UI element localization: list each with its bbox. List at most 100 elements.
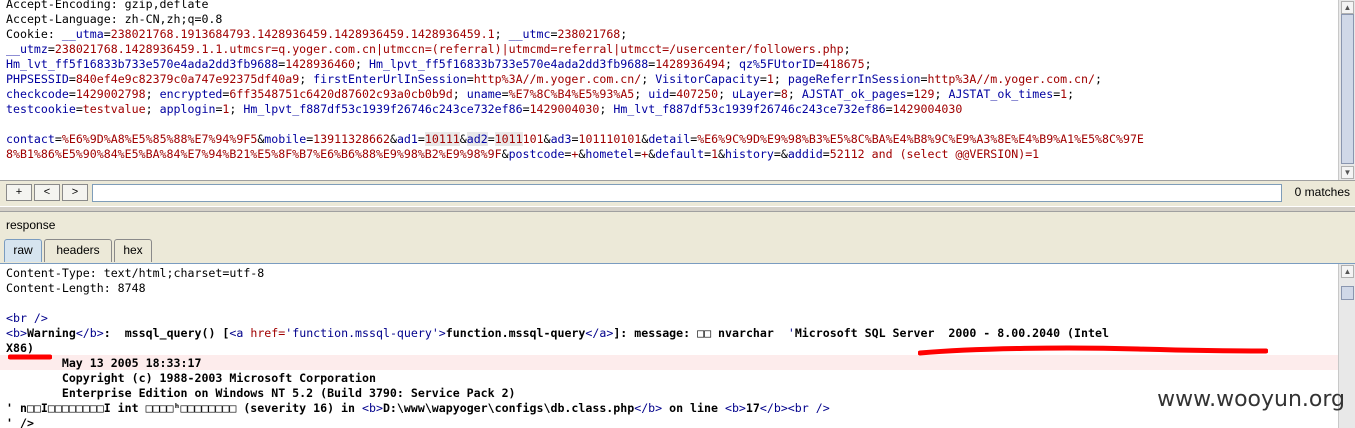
response-token: 17 [745,401,760,415]
request-token: ; [1067,87,1075,101]
watermark: www.wooyun.org [1157,387,1345,412]
request-token: ; [718,87,733,101]
scroll-up-arrow-icon[interactable]: ▲ [1341,1,1354,14]
request-token: & [459,132,467,146]
request-token: 129 [913,87,935,101]
response-token: <a [229,326,251,340]
match-count: 0 matches [1294,185,1350,199]
request-token: & [780,147,788,161]
scroll-thumb[interactable] [1341,286,1354,300]
request-token: AJSTAT_ok_pages [801,87,907,101]
response-token: ]: message: □□ nvarchar [613,326,788,340]
request-line: 8%B1%86%E5%90%84%E5%BA%84%E7%94%B21%E5%8… [6,147,1144,162]
request-token: Accept-Language: zh-CN,zh;q=0.8 [6,12,223,26]
request-token: Hm_lvt_f887df53c1939f26746c243ce732ef86 [613,102,886,116]
request-token: default [655,147,705,161]
request-panel[interactable]: Accept-Encoding: gzip,deflate Accept-Lang… [0,0,1355,181]
request-line: Accept-Encoding: gzip,deflate [6,0,1144,12]
request-token: AJSTAT_ok_times [948,87,1054,101]
split-pane-divider[interactable] [0,206,1355,212]
request-line: checkcode=1429002798; encrypted=6ff35487… [6,87,1144,102]
request-token: = [47,42,55,56]
request-token: = [704,147,712,161]
request-token: history [725,147,774,161]
scroll-up-arrow-icon[interactable]: ▲ [1341,265,1354,278]
response-token: </b> [634,401,663,415]
request-token: = [571,132,579,146]
request-line: Accept-Language: zh-CN,zh;q=0.8 [6,12,1144,27]
response-token: Copyright (c) 1988-2003 Microsoft Corpor… [6,371,376,385]
search-bar: + < > 0 matches [0,181,1355,205]
request-token: ; [355,57,369,71]
request-token: 8 [780,87,788,101]
previous-button[interactable]: < [34,184,60,201]
request-token: ad1 [396,132,418,146]
request-token: uLayer [732,87,774,101]
request-token: = [75,102,83,116]
request-token: ; [145,87,160,101]
request-token: pageReferrInSession [787,72,921,86]
request-token: __utmc [508,27,551,41]
request-token: = [417,132,425,146]
response-token: </b> [75,326,104,340]
next-button[interactable]: > [62,184,88,201]
response-token: D:\www\wapyoger\configs\db.class.php [382,401,635,415]
response-token: Content-Type: text/html;charset=utf-8 [6,266,265,280]
response-token: </a> [585,326,614,340]
request-token: uid [648,87,670,101]
request-token: 8%B1%86%E5%90%84%E5%BA%84%E7%94%B21%E5%8… [6,147,502,161]
request-token: postcode [508,147,565,161]
response-token: </b><br /> [759,401,830,415]
request-token: 1 [711,147,719,161]
request-token: & [389,132,397,146]
response-token: Warning [26,326,76,340]
request-token: http%3A//m.yoger.com.cn/ [473,72,642,86]
response-token: <b> [361,401,383,415]
request-token: 238021768 [557,27,621,41]
request-token: = [773,147,781,161]
request-token: Cookie: [6,27,62,41]
request-token: hometel [585,147,635,161]
request-token: http%3A//m.yoger.com.cn/ [927,72,1095,86]
request-token: 1 [766,72,774,86]
request-token: VisitorCapacity [655,72,760,86]
request-text[interactable]: Accept-Encoding: gzip,deflate Accept-Lang… [6,0,1144,162]
request-token: ; [843,42,851,56]
request-token: 1429004030 [529,102,600,116]
request-token: = [815,57,823,71]
scroll-down-arrow-icon[interactable]: ▼ [1341,166,1354,179]
scroll-thumb[interactable] [1341,14,1354,164]
request-token: qz%5FUtorID [738,57,816,71]
response-line [6,296,1109,311]
tab-headers[interactable]: headers [44,239,112,262]
response-line: Content-Type: text/html;charset=utf-8 [6,266,1109,281]
request-token: = [103,27,111,41]
request-token: ; [634,87,649,101]
request-token: ; [452,87,467,101]
tab-hex[interactable]: hex [114,239,152,262]
request-token: = [68,72,76,86]
request-token: 10111 [424,132,460,146]
tab-raw[interactable]: raw [4,239,42,262]
request-token: testvalue [82,102,146,116]
request-token: ; [725,57,739,71]
request-token: = [466,72,474,86]
request-token: ; [229,102,244,116]
request-token: = [487,132,495,146]
request-token: 840ef4e9c82379c0a747e92375df40a9 [75,72,300,86]
response-line: ' /> [6,416,1109,428]
request-line: PHPSESSID=840ef4e9c82379c0a747e92375df40… [6,72,1144,87]
response-line: Copyright (c) 1988-2003 Microsoft Corpor… [6,371,1109,386]
request-token: = [906,87,914,101]
response-token: ' n□□I□□□□□□□□I int □□□□ʰ□□□□□□□□ (sever… [6,401,362,415]
help-button[interactable]: + [6,184,32,201]
request-token: = [54,132,62,146]
search-input[interactable] [92,184,1282,202]
request-token: 101110101 [578,132,642,146]
request-token: 1011 [494,132,523,146]
response-token: Enterprise Edition on Windows NT 5.2 (Bu… [6,386,516,400]
request-scrollbar[interactable]: ▲ ▼ [1338,0,1355,180]
request-line [6,117,1144,132]
request-token: contact [6,132,55,146]
request-token: applogin [159,102,216,116]
